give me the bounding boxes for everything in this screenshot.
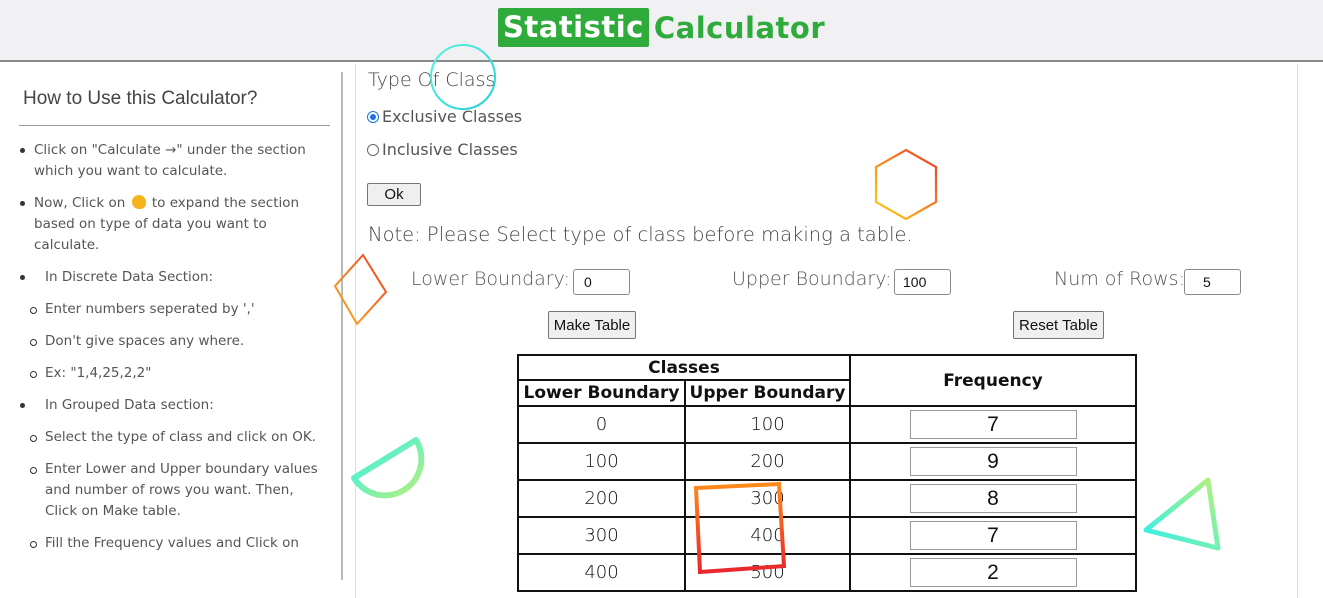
num-rows-label: Num of Rows: [1054,268,1185,290]
help-divider [19,125,330,126]
help-title: How to Use this Calculator? [23,88,258,109]
upper-cell: 300 [684,479,851,518]
table-row: 0 100 7 [517,405,1137,444]
help-subitem: Fill the Frequency values and Click on [18,533,318,554]
frequency-cell: 2 [849,553,1137,592]
help-list: Click on "Calculate →" under the section… [18,140,318,565]
upper-cell: 100 [684,405,851,444]
class-frequency-table: Classes Frequency Lower Boundary Upper B… [517,354,1137,592]
lower-cell: 0 [517,405,686,444]
reset-table-button[interactable]: Reset Table [1013,311,1104,339]
pointing-hand-icon [131,195,146,209]
upper-boundary-input[interactable]: 100 [894,269,951,295]
help-item: In Discrete Data Section: [18,267,318,288]
radio-button-checked[interactable] [367,110,379,123]
grouped-data-panel: Type Of Class Exclusive Classes Inclusiv… [356,64,1296,598]
help-subitem: Ex: "1,4,25,2,2" [18,363,318,384]
frequency-cell: 7 [849,405,1137,444]
upper-cell: 400 [684,516,851,555]
lower-boundary-header: Lower Boundary [517,379,686,407]
frequency-header: Frequency [849,354,1137,407]
app-logo[interactable]: Statistic Calculator [498,8,825,47]
lower-cell: 200 [517,479,686,518]
upper-cell: 200 [684,442,851,481]
lower-cell: 100 [517,442,686,481]
app-header: Statistic Calculator [0,0,1323,62]
upper-cell: 500 [684,553,851,592]
frequency-cell: 9 [849,442,1137,481]
frequency-cell: 8 [849,479,1137,518]
lower-boundary-label: Lower Boundary: [411,268,570,290]
help-item: In Grouped Data section: [18,395,318,416]
frequency-input[interactable]: 2 [909,558,1077,587]
frequency-input[interactable]: 7 [909,521,1077,550]
class-type-note: Note: Please Select type of class before… [368,223,913,246]
help-item: Now, Click on to expand the section base… [18,193,318,256]
lower-cell: 300 [517,516,686,555]
logo-statistic: Statistic [498,8,649,47]
help-item: Click on "Calculate →" under the section… [18,140,318,182]
help-subitem: Don't give spaces any where. [18,331,318,352]
sidebar-scroll-divider [341,72,343,580]
frequency-input[interactable]: 8 [909,484,1077,513]
classes-header: Classes [517,354,851,381]
help-subitem: Select the type of class and click on OK… [18,427,318,448]
help-subitem: Enter numbers seperated by ',' [18,299,318,320]
frequency-input[interactable]: 7 [909,410,1077,439]
content-right-border [1297,64,1298,598]
num-rows-input[interactable]: 5 [1184,269,1241,295]
lower-boundary-input[interactable]: 0 [573,269,630,295]
help-subitem: Enter Lower and Upper boundary values an… [18,459,318,522]
table-row: 300 400 7 [517,516,1137,555]
table-row: 100 200 9 [517,442,1137,481]
help-sidebar: How to Use this Calculator? Click on "Ca… [0,64,345,598]
radio-label[interactable]: Exclusive Classes [382,107,522,126]
logo-calculator: Calculator [653,10,826,45]
table-row: 400 500 2 [517,553,1137,592]
radio-button[interactable] [367,143,379,156]
lower-cell: 400 [517,553,686,592]
class-type-title: Type Of Class [368,69,496,91]
radio-inclusive-classes[interactable]: Inclusive Classes [367,140,518,159]
frequency-input[interactable]: 9 [909,447,1077,476]
ok-button[interactable]: Ok [367,183,421,206]
table-row: 200 300 8 [517,479,1137,518]
radio-exclusive-classes[interactable]: Exclusive Classes [367,107,522,126]
upper-boundary-header: Upper Boundary [684,379,851,407]
radio-label[interactable]: Inclusive Classes [382,140,518,159]
frequency-cell: 7 [849,516,1137,555]
make-table-button[interactable]: Make Table [548,311,636,339]
upper-boundary-label: Upper Boundary: [732,268,892,290]
